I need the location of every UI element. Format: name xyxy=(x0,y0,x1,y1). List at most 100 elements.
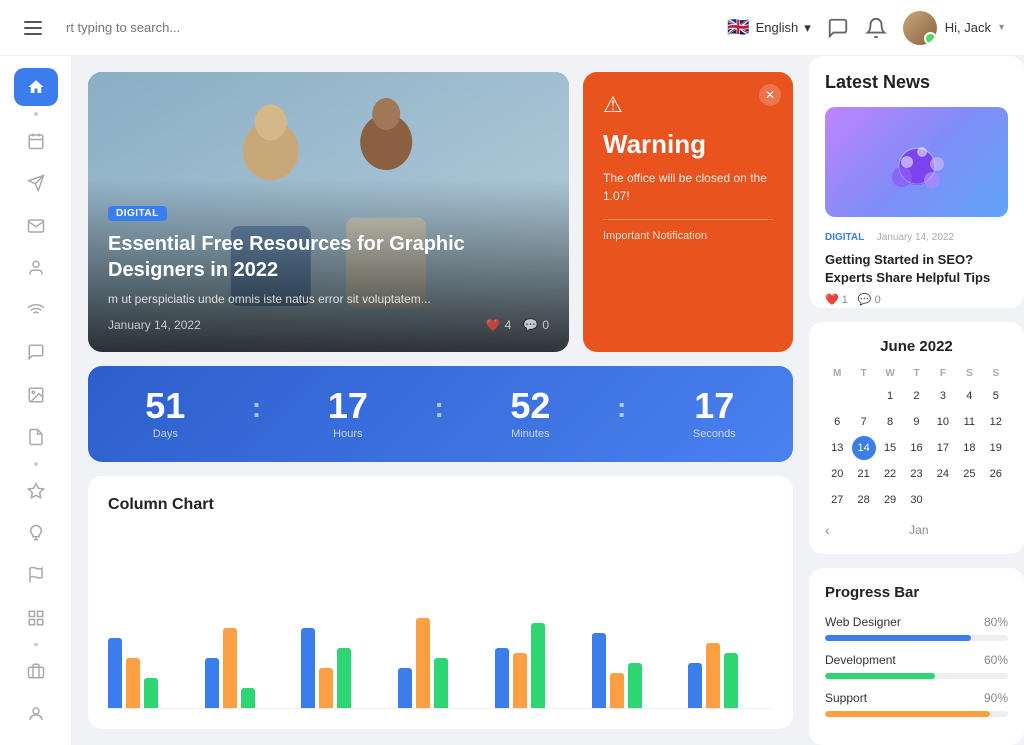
sidebar-item-bulb[interactable] xyxy=(14,514,58,552)
user-chevron: ▾ xyxy=(999,22,1004,33)
sidebar-item-grid[interactable] xyxy=(14,599,58,637)
bar-orange-4 xyxy=(513,653,527,708)
countdown-seconds: 17 Seconds xyxy=(693,388,736,440)
cal-day[interactable]: 7 xyxy=(852,410,876,434)
bar-blue-1 xyxy=(205,658,219,708)
cal-day xyxy=(852,384,876,408)
cal-day[interactable]: 25 xyxy=(957,462,981,486)
cal-day[interactable]: 4 xyxy=(957,384,981,408)
sidebar-item-mail[interactable] xyxy=(14,206,58,244)
hero-overlay: DIGITAL Essential Free Resources for Gra… xyxy=(88,179,569,352)
cal-day[interactable]: 30 xyxy=(904,488,928,512)
countdown-hours: 17 Hours xyxy=(328,388,368,440)
cal-day[interactable]: 20 xyxy=(825,462,849,486)
chart-group-3 xyxy=(398,618,483,708)
lang-chevron: ▾ xyxy=(804,20,811,36)
cal-day[interactable]: 27 xyxy=(825,488,849,512)
sidebar-item-flag[interactable] xyxy=(14,556,58,594)
cal-day[interactable]: 2 xyxy=(904,384,928,408)
cal-day[interactable]: 5 xyxy=(984,384,1008,408)
progress-item-1: Development60% xyxy=(825,653,1008,679)
cal-day[interactable]: 21 xyxy=(852,462,876,486)
chat-icon[interactable] xyxy=(827,17,849,39)
search-input[interactable] xyxy=(66,20,715,35)
cal-day[interactable]: 9 xyxy=(904,410,928,434)
sidebar-item-image[interactable] xyxy=(14,376,58,414)
sidebar-item-wifi[interactable] xyxy=(14,291,58,329)
hero-comments: 💬 0 xyxy=(523,318,549,332)
bar-orange-2 xyxy=(319,668,333,708)
sidebar-item-briefcase[interactable] xyxy=(14,652,58,690)
calendar-card: June 2022 MTWTFSS12345678910111213141516… xyxy=(809,322,1024,554)
warning-card: ✕ ⚠ Warning The office will be closed on… xyxy=(583,72,793,352)
warning-icon: ⚠ xyxy=(603,92,773,118)
sidebar-item-person[interactable] xyxy=(14,695,58,733)
bar-blue-0 xyxy=(108,638,122,708)
countdown-sep-1: : xyxy=(252,392,261,424)
bar-blue-3 xyxy=(398,668,412,708)
sidebar-item-doc[interactable] xyxy=(14,418,58,456)
progress-label: Web Designer xyxy=(825,615,901,629)
cal-day[interactable]: 12 xyxy=(984,410,1008,434)
cal-day[interactable]: 1 xyxy=(878,384,902,408)
news-article-1-headline[interactable]: Getting Started in SEO? Experts Share He… xyxy=(825,251,1008,287)
sidebar-item-calendar[interactable] xyxy=(14,122,58,160)
cal-day[interactable]: 29 xyxy=(878,488,902,512)
cal-day[interactable]: 16 xyxy=(904,436,928,460)
warning-note: Important Notification xyxy=(603,230,773,242)
warning-divider xyxy=(603,219,773,220)
news-section-title: Latest News xyxy=(825,72,1008,93)
hamburger-menu[interactable] xyxy=(20,17,46,39)
calendar-grid: MTWTFSS123456789101112131415161718192021… xyxy=(825,365,1008,512)
cal-day[interactable]: 11 xyxy=(957,410,981,434)
user-menu[interactable]: Hi, Jack ▾ xyxy=(903,11,1004,45)
language-selector[interactable]: 🇬🇧 English ▾ xyxy=(727,17,811,38)
bar-orange-1 xyxy=(223,628,237,708)
sidebar-item-home[interactable] xyxy=(14,68,58,106)
cal-day[interactable]: 14 xyxy=(852,436,876,460)
chart-group-2 xyxy=(301,628,386,708)
sidebar-item-user[interactable] xyxy=(14,249,58,287)
progress-fill xyxy=(825,673,935,679)
news-article-1-image xyxy=(825,107,1008,217)
cal-day[interactable]: 15 xyxy=(878,436,902,460)
cal-day[interactable]: 8 xyxy=(878,410,902,434)
cal-day[interactable]: 23 xyxy=(904,462,928,486)
cal-day[interactable]: 28 xyxy=(852,488,876,512)
calendar-prev-label: Jan xyxy=(909,523,928,537)
chart-title-text: C xyxy=(108,496,120,513)
hero-title: Essential Free Resources for Graphic Des… xyxy=(108,231,549,283)
sidebar-item-chat[interactable] xyxy=(14,333,58,371)
warning-close-button[interactable]: ✕ xyxy=(759,84,781,106)
cal-day[interactable]: 17 xyxy=(931,436,955,460)
cal-day[interactable]: 13 xyxy=(825,436,849,460)
cal-day[interactable]: 22 xyxy=(878,462,902,486)
user-greeting: Hi, Jack xyxy=(945,20,991,35)
progress-pct: 90% xyxy=(984,691,1008,705)
cal-dow: S xyxy=(957,365,981,382)
countdown-sep-3: : xyxy=(617,392,626,424)
cal-day[interactable]: 10 xyxy=(931,410,955,434)
app-layout: DIGITAL Essential Free Resources for Gra… xyxy=(0,56,1024,745)
hero-likes: ❤️ 4 xyxy=(486,318,512,332)
bar-green-6 xyxy=(724,653,738,708)
cal-day[interactable]: 6 xyxy=(825,410,849,434)
warning-text: The office will be closed on the 1.07! xyxy=(603,169,773,205)
calendar-prev-btn[interactable]: ‹ xyxy=(825,522,830,538)
countdown-minutes: 52 Minutes xyxy=(510,388,550,440)
cal-day[interactable]: 24 xyxy=(931,462,955,486)
cal-day[interactable]: 18 xyxy=(957,436,981,460)
chart-area xyxy=(108,530,773,709)
sidebar-item-star[interactable] xyxy=(14,472,58,510)
cal-day[interactable]: 19 xyxy=(984,436,1008,460)
bar-blue-5 xyxy=(592,633,606,708)
top-nav: 🇬🇧 English ▾ Hi, Jack ▾ xyxy=(0,0,1024,56)
chart-group-6 xyxy=(688,643,773,708)
sidebar-item-send[interactable] xyxy=(14,164,58,202)
cal-day[interactable]: 3 xyxy=(931,384,955,408)
bar-green-3 xyxy=(434,658,448,708)
cal-day[interactable]: 26 xyxy=(984,462,1008,486)
bell-icon[interactable] xyxy=(865,17,887,39)
progress-item-2: Support90% xyxy=(825,691,1008,717)
progress-track xyxy=(825,635,1008,641)
